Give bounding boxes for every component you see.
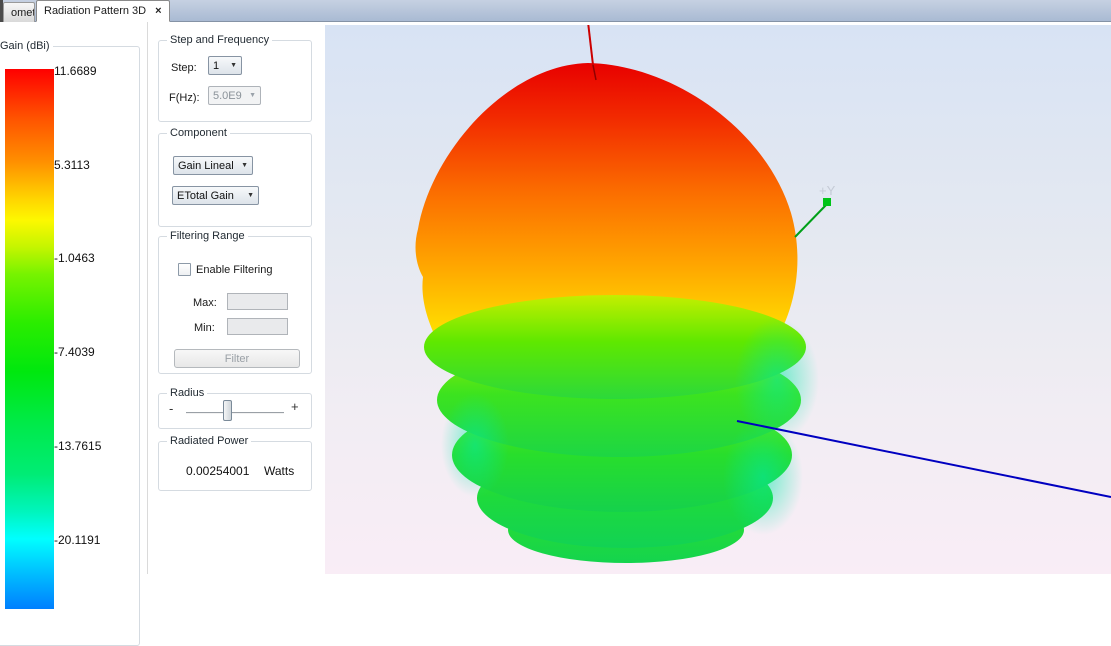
min-label: Min: xyxy=(194,322,215,334)
frequency-label: F(Hz): xyxy=(169,92,200,104)
gain-type-dropdown[interactable]: Gain Lineal ▼ xyxy=(173,156,253,175)
colorbar-tick-4: -13.7615 xyxy=(54,439,136,453)
step-dropdown[interactable]: 1 ▼ xyxy=(208,56,242,75)
step-dropdown-value: 1 xyxy=(213,60,219,72)
enable-filtering-checkbox[interactable] xyxy=(178,263,191,276)
step-label: Step: xyxy=(171,62,197,74)
radius-group: Radius - + xyxy=(158,393,312,429)
y-axis-arrowhead xyxy=(823,198,831,206)
panel-separator xyxy=(147,22,148,574)
gain-type-value: Gain Lineal xyxy=(178,160,234,172)
radius-title: Radius xyxy=(167,387,207,399)
frequency-dropdown-value: 5.0E9 xyxy=(213,90,242,102)
z-axis-line xyxy=(588,25,593,65)
gain-colorbar-title: Gain (dBi) xyxy=(0,40,53,52)
radiation-pattern-plot: +Y xyxy=(325,25,1111,574)
component-group: Component Gain Lineal ▼ ETotal Gain ▼ xyxy=(158,133,312,227)
radiated-power-title: Radiated Power xyxy=(167,435,251,447)
frequency-dropdown: 5.0E9 ▼ xyxy=(208,86,261,105)
chevron-down-icon: ▼ xyxy=(241,162,248,169)
colorbar-tick-1: 5.3113 xyxy=(54,158,136,172)
viewport-3d[interactable]: +Y xyxy=(325,25,1111,574)
radiated-power-unit: Watts xyxy=(264,464,294,478)
radiated-power-value: 0.00254001 xyxy=(186,464,249,478)
max-input[interactable] xyxy=(227,293,288,310)
radius-minus-label: - xyxy=(169,401,173,416)
step-frequency-title: Step and Frequency xyxy=(167,34,272,46)
chevron-down-icon: ▼ xyxy=(230,62,237,69)
tab-radiation-pattern-3d[interactable]: Radiation Pattern 3D × xyxy=(36,0,170,22)
chevron-down-icon: ▼ xyxy=(249,92,256,99)
radiated-power-group: Radiated Power 0.00254001 Watts xyxy=(158,441,312,491)
colorbar-tick-0: 11.6689 xyxy=(54,64,136,78)
tab-close-icon[interactable]: × xyxy=(155,5,161,17)
left-panel: Gain (dBi) 11.6689 5.3113 -1.0463 -7.403… xyxy=(0,22,325,574)
field-component-value: ETotal Gain xyxy=(177,190,234,202)
radius-plus-label: + xyxy=(291,399,299,414)
teal-highlight xyxy=(441,393,509,497)
radius-slider-thumb[interactable] xyxy=(223,400,232,421)
y-axis-label: +Y xyxy=(819,183,836,198)
colorbar-tick-5: -20.1191 xyxy=(54,533,136,547)
filtering-range-title: Filtering Range xyxy=(167,230,248,242)
gain-colorbar xyxy=(5,69,54,609)
colorbar-tick-2: -1.0463 xyxy=(54,251,136,265)
radius-slider-track[interactable] xyxy=(186,412,284,414)
tab-geometry[interactable]: ometry xyxy=(3,2,35,22)
step-frequency-group: Step and Frequency Step: 1 ▼ F(Hz): 5.0E… xyxy=(158,40,312,122)
max-label: Max: xyxy=(193,297,217,309)
y-axis-line xyxy=(795,204,827,237)
filtering-range-group: Filtering Range Enable Filtering Max: Mi… xyxy=(158,236,312,374)
chevron-down-icon: ▼ xyxy=(247,192,254,199)
colorbar-tick-3: -7.4039 xyxy=(54,345,136,359)
min-input[interactable] xyxy=(227,318,288,335)
filter-button[interactable]: Filter xyxy=(174,349,300,368)
tab-geometry-label: ometry xyxy=(11,7,35,19)
teal-highlight xyxy=(723,419,803,535)
filter-button-label: Filter xyxy=(225,353,249,365)
field-component-dropdown[interactable]: ETotal Gain ▼ xyxy=(172,186,259,205)
enable-filtering-label: Enable Filtering xyxy=(196,264,272,276)
component-title: Component xyxy=(167,127,230,139)
tab-radiation-pattern-label: Radiation Pattern 3D xyxy=(44,5,146,17)
tab-bar: ometry Radiation Pattern 3D × xyxy=(0,0,1111,22)
